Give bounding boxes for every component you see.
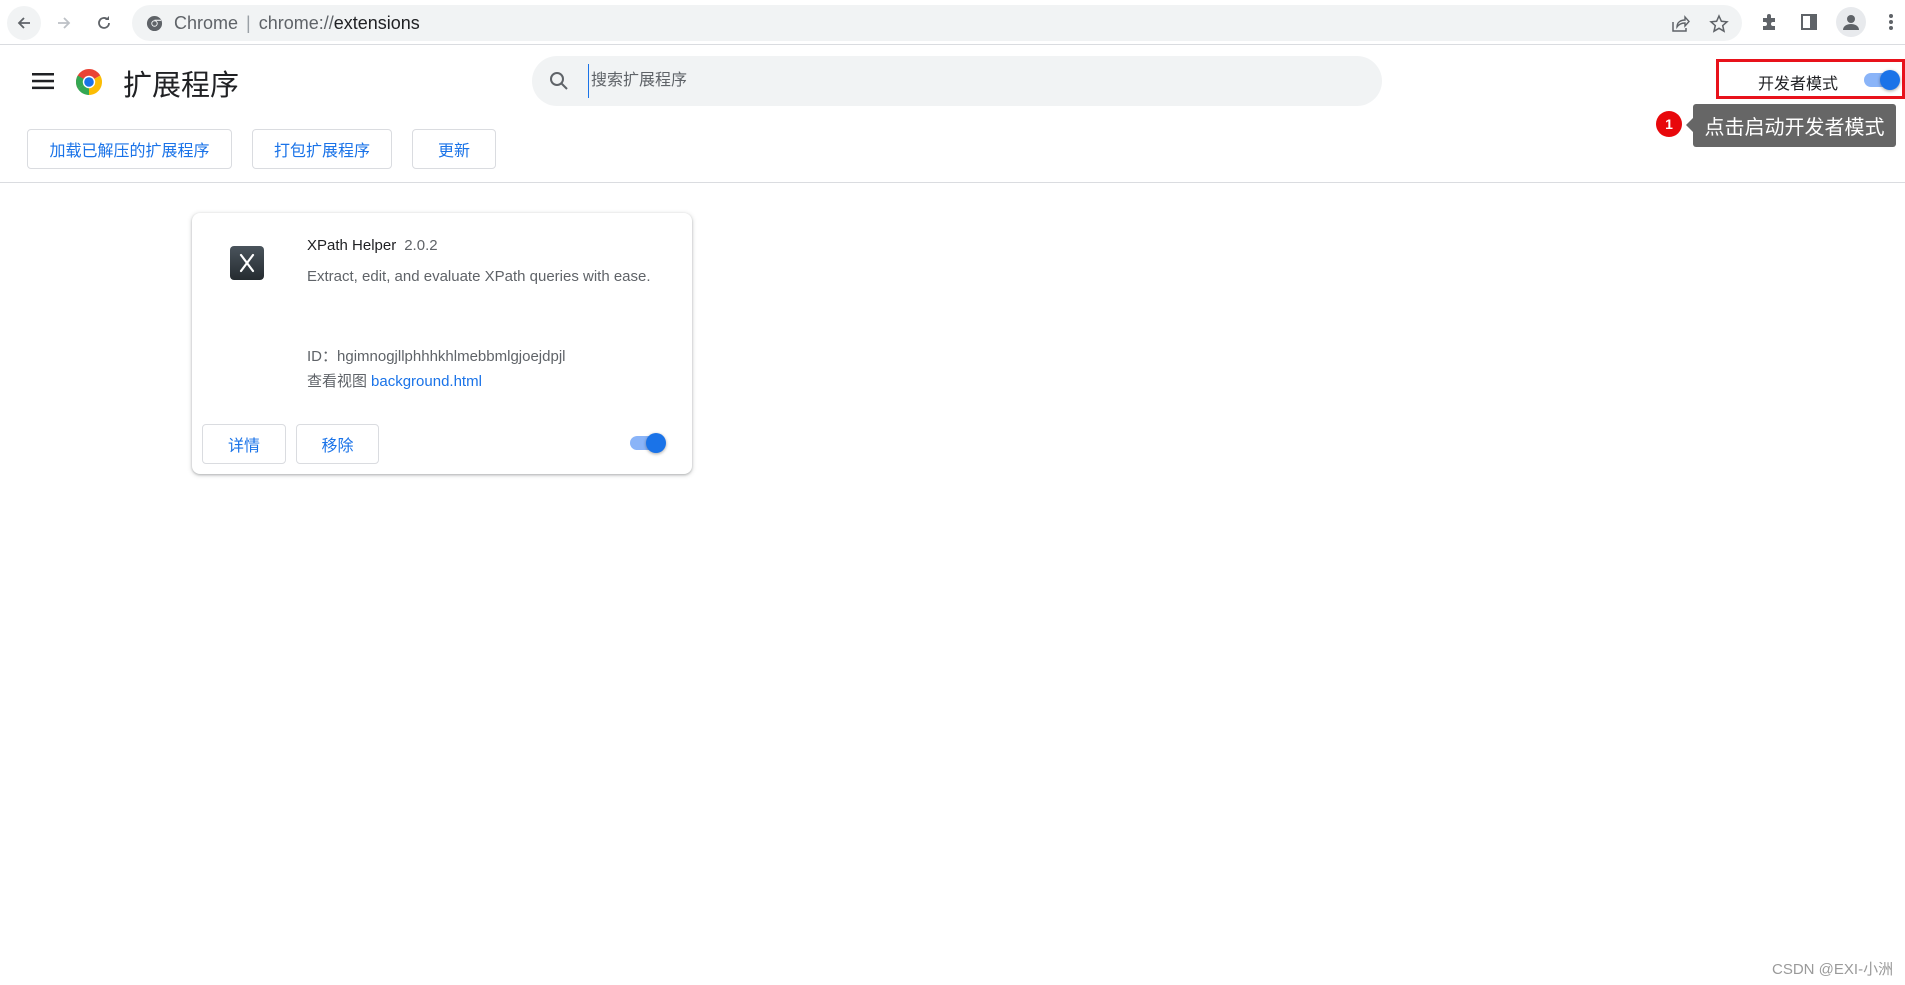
extensions-button[interactable] — [1758, 10, 1782, 34]
star-icon — [1709, 14, 1729, 33]
toggle-knob — [646, 433, 666, 453]
pack-extension-button[interactable]: 打包扩展程序 — [252, 129, 392, 169]
back-button[interactable] — [7, 6, 41, 40]
share-icon — [1672, 15, 1690, 32]
extension-id: ID：hgimnogjllphhhkhlmebbmlgjoejdpjl — [307, 345, 566, 366]
bookmark-button[interactable] — [1708, 13, 1730, 35]
extension-description: Extract, edit, and evaluate XPath querie… — [307, 268, 651, 285]
arrow-right-icon — [58, 17, 71, 29]
puzzle-icon — [1763, 14, 1775, 30]
watermark: CSDN @EXI-小洲 — [1772, 961, 1894, 978]
developer-mode-toggle[interactable] — [1862, 70, 1900, 90]
url-separator: | — [246, 13, 251, 33]
search-input[interactable] — [588, 64, 1348, 98]
url-text[interactable]: Chrome | chrome://extensions — [174, 13, 420, 34]
search-box[interactable] — [532, 56, 1382, 106]
main-menu-button[interactable] — [28, 66, 58, 96]
page-title: 扩展程序 — [123, 70, 240, 102]
browser-toolbar: Chrome | chrome://extensions — [0, 0, 1905, 45]
forward-button[interactable] — [47, 6, 81, 40]
kebab-menu-icon — [1889, 14, 1893, 30]
url-host: extensions — [333, 13, 420, 33]
inspect-views-label: 查看视图 — [307, 373, 368, 390]
load-unpacked-button[interactable]: 加载已解压的扩展程序 — [27, 129, 232, 169]
extension-version: 2.0.2 — [404, 237, 438, 254]
developer-mode-label: 开发者模式 — [1758, 76, 1839, 93]
extension-id-label: ID： — [307, 348, 338, 365]
background-page-link[interactable]: background.html — [371, 373, 482, 390]
search-icon — [550, 72, 568, 90]
url-scheme: chrome:// — [258, 13, 334, 33]
hamburger-menu-icon — [32, 73, 54, 90]
chrome-logo-icon — [75, 69, 103, 95]
chrome-site-icon — [146, 15, 163, 32]
side-panel-icon — [1801, 14, 1817, 30]
toggle-knob — [1880, 70, 1900, 90]
extension-card: XPath Helper 2.0.2 Extract, edit, and eva… — [192, 213, 692, 474]
details-button[interactable]: 详情 — [202, 424, 286, 464]
extension-id-value: hgimnogjllphhhkhlmebbmlgjoejdpjl — [337, 348, 566, 365]
profile-icon — [1843, 15, 1859, 30]
reload-button[interactable] — [87, 6, 121, 40]
browser-menu-button[interactable] — [1879, 10, 1903, 34]
xpath-helper-icon — [230, 246, 264, 280]
extension-title-row: XPath Helper 2.0.2 — [307, 237, 438, 254]
extension-inspect-views: 查看视图 background.html — [307, 370, 482, 391]
arrow-left-icon — [17, 17, 30, 29]
extension-name: XPath Helper — [307, 237, 397, 254]
side-panel-button[interactable] — [1797, 10, 1821, 34]
annotation-step-badge: 1 — [1656, 111, 1682, 137]
share-button[interactable] — [1669, 13, 1691, 35]
extension-enable-toggle[interactable] — [628, 433, 666, 453]
remove-button[interactable]: 移除 — [296, 424, 379, 464]
profile-button[interactable] — [1836, 7, 1866, 37]
site-label: Chrome — [174, 13, 239, 33]
reload-icon — [98, 16, 110, 29]
update-button[interactable]: 更新 — [412, 129, 496, 169]
extensions-header: 扩展程序 开发者模式 1 点击启动开发者模式 加载已解压的扩展程序 打包扩展程序… — [0, 46, 1905, 183]
annotation-tooltip: 点击启动开发者模式 — [1686, 104, 1896, 147]
x-logo-icon — [239, 253, 255, 273]
address-bar[interactable]: Chrome | chrome://extensions — [132, 5, 1742, 41]
